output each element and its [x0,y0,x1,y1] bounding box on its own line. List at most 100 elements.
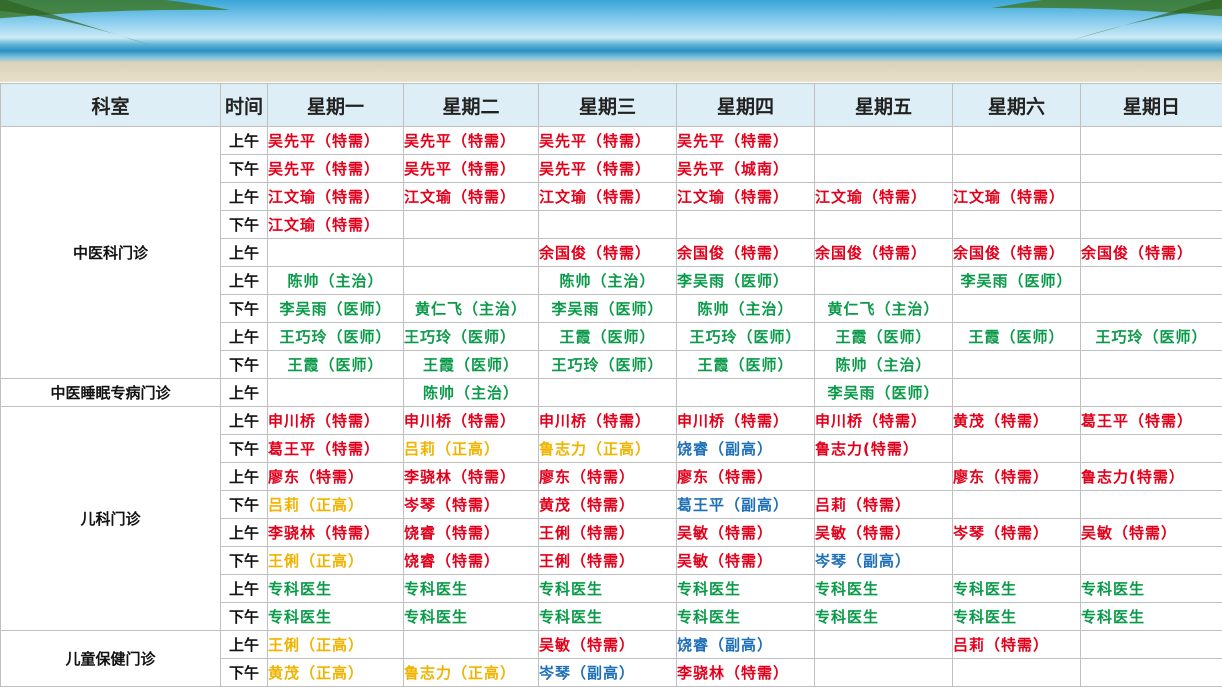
header-dept: 科室 [0,83,221,127]
schedule-cell [952,434,1081,463]
schedule-cell [814,462,953,491]
schedule-cell [538,378,677,407]
time-cell: 上午 [220,322,268,351]
schedule-cell [814,210,953,239]
schedule-cell: 王俐（特需） [538,518,677,547]
schedule-cell: 余国俊（特需） [1080,238,1222,267]
schedule-cell [952,210,1081,239]
schedule-cell: 吴敏（特需） [676,518,815,547]
schedule-cell: 葛王平（特需） [1080,406,1222,435]
time-cell: 下午 [220,490,268,519]
schedule-cell: 李吴雨（医师） [814,378,953,407]
schedule-cell: 廖东（特需） [952,462,1081,491]
schedule-cell: 江文瑜（特需） [676,182,815,211]
schedule-cell [952,154,1081,183]
schedule-cell: 王霞（医师） [538,322,677,351]
schedule-cell [267,378,404,407]
schedule-cell [1080,154,1222,183]
schedule-cell: 王巧玲（医师） [267,322,404,351]
schedule-cell: 陈帅（主治） [814,350,953,379]
schedule-cell: 申川桥（特需） [814,406,953,435]
schedule-cell [952,378,1081,407]
schedule-cell: 鲁志力（正高） [538,434,677,463]
time-cell: 上午 [220,126,268,155]
schedule-cell [1080,210,1222,239]
schedule-cell: 吴先平（特需） [267,126,404,155]
schedule-cell: 吴敏（特需） [676,546,815,575]
schedule-cell [952,126,1081,155]
schedule-cell: 江文瑜（特需） [538,182,677,211]
schedule-cell: 黄仁飞（主治） [814,294,953,323]
time-cell: 下午 [220,602,268,631]
header-day-5: 星期五 [814,83,953,127]
schedule-cell [814,658,953,687]
schedule-cell: 廖东（特需） [538,462,677,491]
schedule-cell [1080,658,1222,687]
schedule-cell: 岑琴（副高） [814,546,953,575]
schedule-cell: 专科医生 [538,574,677,603]
dept-cell: 中医睡眠专病门诊 [0,378,221,407]
time-cell: 下午 [220,154,268,183]
schedule-cell: 王巧玲（医师） [403,322,539,351]
schedule-cell [676,378,815,407]
schedule-cell: 黄茂（特需） [952,406,1081,435]
schedule-cell [1080,182,1222,211]
schedule-cell: 王俐（正高） [267,630,404,659]
schedule-cell: 专科医生 [538,602,677,631]
schedule-cell: 吴先平（特需） [403,154,539,183]
schedule-cell: 陈帅（主治） [403,378,539,407]
schedule-cell: 李骁林（特需） [676,658,815,687]
schedule-cell: 专科医生 [952,602,1081,631]
time-cell: 上午 [220,630,268,659]
schedule-cell: 王霞（医师） [267,350,404,379]
schedule-cell: 王巧玲（医师） [1080,322,1222,351]
schedule-cell [1080,378,1222,407]
schedule-cell: 专科医生 [676,574,815,603]
time-cell: 下午 [220,546,268,575]
time-cell: 上午 [220,182,268,211]
time-cell: 下午 [220,350,268,379]
dept-cell: 儿科门诊 [0,406,221,631]
schedule-cell: 专科医生 [1080,602,1222,631]
schedule-cell: 饶睿（副高） [676,434,815,463]
table-row: 儿科门诊 上午 申川桥（特需） 申川桥（特需） 申川桥（特需） 申川桥（特需） 申川桥（特需… [0,406,1222,631]
schedule-cell: 王霞（医师） [952,322,1081,351]
schedule-table: 科室 时间 星期一 星期二 星期三 星期四 星期五 星期六 星期日 中医科门诊上… [0,83,1222,687]
schedule-cell: 余国俊（特需） [814,238,953,267]
schedule-cell: 黄仁飞（主治） [403,294,539,323]
schedule-cell: 吕莉（特需） [952,630,1081,659]
schedule-cell: 黄茂（特需） [538,490,677,519]
schedule-cell: 专科医生 [676,602,815,631]
schedule-cell: 陈帅（主治） [676,294,815,323]
schedule-cell: 吴先平（特需） [267,154,404,183]
header-day-4: 星期四 [676,83,815,127]
schedule-cell: 吴先平（城南） [676,154,815,183]
schedule-cell: 江文瑜（特需） [952,182,1081,211]
schedule-cell: 专科医生 [403,574,539,603]
schedule-cell [1080,630,1222,659]
schedule-cell: 岑琴（特需） [952,518,1081,547]
schedule-cell: 江文瑜（特需） [267,182,404,211]
schedule-cell [952,490,1081,519]
schedule-cell [1080,294,1222,323]
schedule-cell [403,630,539,659]
header-day-7: 星期日 [1080,83,1222,127]
schedule-cell [952,350,1081,379]
dept-cell: 中医科门诊 [0,126,221,379]
schedule-cell: 申川桥（特需） [403,406,539,435]
schedule-cell: 吴敏（特需） [814,518,953,547]
schedule-cell: 陈帅（主治） [538,266,677,295]
schedule-cell: 王霞（医师） [403,350,539,379]
schedule-cell: 王俐（特需） [538,546,677,575]
schedule-cell: 李吴雨（医师） [676,266,815,295]
table-row: 中医睡眠专病门诊 上午 陈帅（主治） 李吴雨（医师） [0,378,1222,407]
schedule-cell [1080,126,1222,155]
schedule-cell [814,630,953,659]
schedule-cell: 专科医生 [952,574,1081,603]
schedule-cell: 申川桥（特需） [676,406,815,435]
time-cell: 上午 [220,574,268,603]
beach-banner [0,0,1222,82]
schedule-cell: 余国俊（特需） [538,238,677,267]
schedule-cell: 岑琴（副高） [538,658,677,687]
time-cell: 上午 [220,266,268,295]
